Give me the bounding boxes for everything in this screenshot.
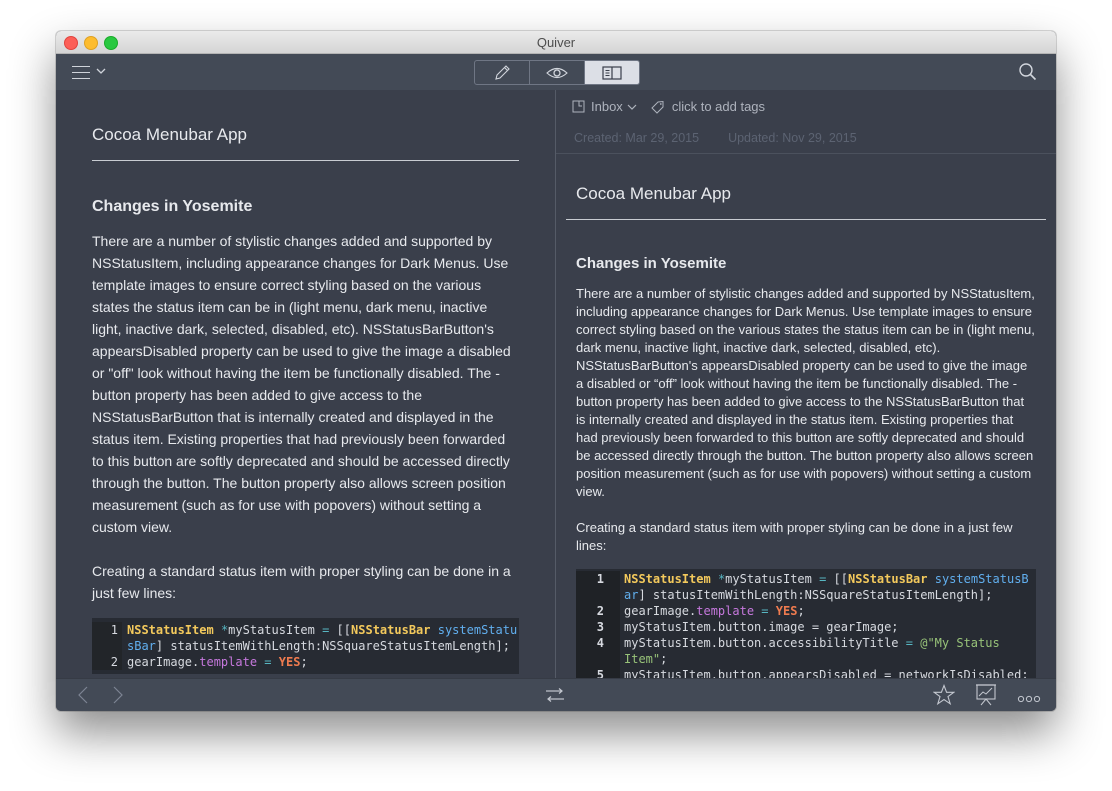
notebook-selector[interactable]: Inbox bbox=[572, 99, 637, 114]
chevron-left-icon bbox=[78, 686, 88, 704]
line-number: 3 bbox=[576, 619, 620, 635]
tags-placeholder: click to add tags bbox=[671, 99, 766, 114]
preview-code-block: 1 NSStatusItem *myStatusItem = [[NSStatu… bbox=[576, 569, 1036, 679]
code-line: 4 myStatusItem.button.accessibilityTitle… bbox=[576, 635, 1036, 667]
chevron-down-icon bbox=[627, 104, 637, 110]
code-block[interactable]: 1 NSStatusItem *myStatusItem = [[NSStatu… bbox=[92, 618, 519, 674]
favorite-button[interactable] bbox=[932, 683, 956, 711]
line-number: 1 bbox=[576, 571, 620, 603]
preview-paragraph: Creating a standard status item with pro… bbox=[576, 520, 1013, 553]
search-icon bbox=[1019, 63, 1037, 81]
preview-pane: Inbox click to add tags Created: Mar 29,… bbox=[556, 90, 1056, 679]
star-icon bbox=[932, 683, 956, 706]
code-line: 3 myStatusItem.button.image = gearImage; bbox=[576, 619, 1036, 635]
note-dates: Created: Mar 29, 2015 Updated: Nov 29, 2… bbox=[556, 123, 1056, 154]
markdown-editor-pane[interactable]: Cocoa Menubar App Changes in Yosemite Th… bbox=[56, 90, 556, 679]
swap-panes-button[interactable] bbox=[544, 687, 566, 708]
note-title: Cocoa Menubar App bbox=[92, 125, 519, 161]
split-view-icon bbox=[602, 65, 622, 80]
title-bar: Quiver bbox=[56, 31, 1056, 54]
search-button[interactable] bbox=[1018, 62, 1038, 82]
tag-icon bbox=[651, 100, 664, 114]
code-line: 1 NSStatusItem *myStatusItem = [[NSStatu… bbox=[576, 571, 1036, 603]
rendered-preview: Cocoa Menubar App Changes in Yosemite Th… bbox=[556, 184, 1056, 679]
edit-mode-button[interactable] bbox=[475, 61, 529, 84]
window-title: Quiver bbox=[536, 35, 576, 50]
app-window: Quiver Cocoa Menubar App Changes in Yose… bbox=[56, 31, 1056, 711]
tags-field[interactable]: click to add tags bbox=[651, 99, 765, 114]
line-number: 2 bbox=[92, 654, 122, 670]
code-line: 2 gearImage.template = YES; bbox=[92, 654, 519, 670]
eye-icon bbox=[546, 67, 568, 78]
notebook-icon bbox=[572, 100, 585, 113]
view-mode-segmented-control bbox=[474, 60, 640, 85]
toolbar bbox=[56, 54, 1056, 91]
line-number: 1 bbox=[92, 622, 122, 654]
preview-heading: Changes in Yosemite bbox=[576, 255, 727, 272]
code-line: 1 NSStatusItem *myStatusItem = [[NSStatu… bbox=[92, 622, 519, 654]
swap-arrows-icon bbox=[546, 688, 564, 702]
presentation-icon bbox=[976, 684, 996, 706]
preview-paragraph: There are a number of stylistic changes … bbox=[576, 286, 1035, 499]
split-mode-button[interactable] bbox=[584, 61, 639, 84]
back-button[interactable] bbox=[76, 685, 90, 710]
created-date: Created: Mar 29, 2015 bbox=[574, 131, 700, 145]
hamburger-icon bbox=[72, 66, 90, 79]
chevron-down-icon bbox=[96, 68, 106, 74]
bottom-toolbar bbox=[56, 678, 1056, 711]
note-meta-bar: Inbox click to add tags bbox=[556, 90, 1056, 123]
preview-mode-button[interactable] bbox=[529, 61, 584, 84]
paragraph: There are a number of stylistic changes … bbox=[92, 233, 511, 535]
chevron-right-icon bbox=[113, 686, 123, 704]
line-number: 2 bbox=[576, 603, 620, 619]
presentation-button[interactable] bbox=[975, 683, 997, 711]
preview-title: Cocoa Menubar App bbox=[566, 184, 1046, 220]
paragraph: Creating a standard status item with pro… bbox=[92, 563, 511, 601]
notebook-menu-button[interactable] bbox=[70, 64, 110, 82]
content-area: Cocoa Menubar App Changes in Yosemite Th… bbox=[56, 90, 1056, 679]
updated-date: Updated: Nov 29, 2015 bbox=[728, 131, 857, 145]
line-number: 4 bbox=[576, 635, 620, 667]
forward-button[interactable] bbox=[111, 685, 125, 710]
more-icon bbox=[1017, 695, 1041, 703]
code-line: 2 gearImage.template = YES; bbox=[576, 603, 1036, 619]
section-heading: Changes in Yosemite bbox=[92, 198, 253, 215]
pencil-icon bbox=[495, 64, 510, 80]
notebook-name: Inbox bbox=[591, 99, 623, 114]
editor[interactable]: Cocoa Menubar App Changes in Yosemite Th… bbox=[56, 125, 555, 674]
more-button[interactable] bbox=[1017, 690, 1041, 708]
